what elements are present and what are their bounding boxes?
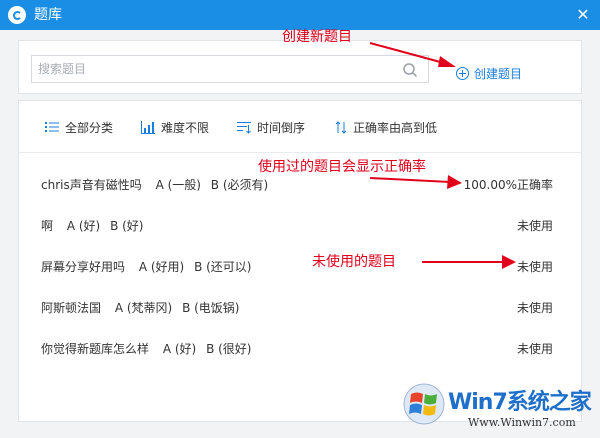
- question-content: 啊 A (好) B (好): [41, 217, 149, 234]
- accuracy-status: 100.00%正确率: [463, 178, 553, 192]
- question-content: 屏幕分享好用吗 A (好用) B (还可以): [41, 258, 257, 275]
- search-input[interactable]: [38, 59, 378, 79]
- close-button[interactable]: ✕: [572, 4, 594, 26]
- filter-time-sort[interactable]: 时间倒序: [237, 119, 305, 135]
- question-content: 你觉得新题库怎么样 A (好) B (很好): [41, 340, 257, 357]
- filter-difficulty-label: 难度不限: [161, 120, 210, 135]
- usage-status: 未使用: [516, 342, 553, 356]
- list-icon: [45, 122, 59, 132]
- question-content: 阿斯顿法国 A (梵蒂冈) B (电饭锅): [41, 299, 245, 316]
- option-b: B (还可以): [194, 260, 252, 274]
- window-title: 题库: [34, 7, 62, 23]
- option-a: A (好): [66, 219, 101, 233]
- question-row[interactable]: 阿斯顿法国 A (梵蒂冈) B (电饭锅) 未使用: [19, 287, 581, 328]
- filter-bar: 全部分类 难度不限 时间倒序 正确率由高到低: [19, 101, 581, 153]
- option-a: A (好): [162, 342, 197, 356]
- sort-rate-icon: [335, 120, 347, 134]
- watermark-url: Www.Winwin7.com: [468, 416, 576, 429]
- filter-category[interactable]: 全部分类: [45, 119, 113, 135]
- option-a: A (梵蒂冈): [114, 301, 173, 315]
- question-text: 你觉得新题库怎么样: [41, 342, 150, 356]
- windows-logo-icon: [403, 383, 445, 425]
- app-logo-icon: [8, 6, 26, 24]
- annotation-arrow-used: [369, 175, 462, 189]
- filter-difficulty[interactable]: 难度不限: [141, 119, 209, 135]
- search-panel: 创建题目: [18, 40, 582, 94]
- create-question-button[interactable]: 创建题目: [456, 64, 522, 82]
- question-text: 啊: [41, 219, 54, 233]
- option-a: A (一般): [155, 178, 201, 192]
- watermark: Win7系统之家 Www.Winwin7.com: [402, 380, 600, 438]
- annotation-arrow-create: [369, 42, 456, 67]
- usage-status: 未使用: [516, 260, 553, 274]
- question-row[interactable]: 啊 A (好) B (好) 未使用: [19, 205, 581, 246]
- filter-category-label: 全部分类: [65, 120, 114, 135]
- annotation-unused: 未使用的题目: [312, 254, 396, 270]
- filter-rate-sort-label: 正确率由高到低: [353, 120, 438, 135]
- filter-time-sort-label: 时间倒序: [257, 120, 306, 135]
- option-a: A (好用): [138, 260, 185, 274]
- annotation-arrow-unused: [422, 255, 516, 269]
- question-text: 阿斯顿法国: [41, 301, 102, 315]
- question-text: chris声音有磁性吗: [41, 178, 142, 192]
- annotation-create: 创建新题目: [282, 29, 352, 45]
- sort-time-icon: [237, 121, 251, 134]
- option-b: B (好): [110, 219, 144, 233]
- bar-chart-icon: [141, 120, 155, 134]
- usage-status: 未使用: [516, 219, 553, 233]
- option-b: B (电饭锅): [182, 301, 240, 315]
- watermark-title: Win7系统之家: [448, 390, 592, 415]
- usage-status: 未使用: [516, 301, 553, 315]
- option-b: B (很好): [206, 342, 252, 356]
- question-text: 屏幕分享好用吗: [41, 260, 126, 274]
- filter-rate-sort[interactable]: 正确率由高到低: [335, 119, 437, 135]
- create-question-label: 创建题目: [474, 66, 523, 81]
- question-row[interactable]: 你觉得新题库怎么样 A (好) B (很好) 未使用: [19, 328, 581, 369]
- option-b: B (必须有): [210, 178, 269, 192]
- question-content: chris声音有磁性吗 A (一般) B (必须有): [41, 176, 274, 193]
